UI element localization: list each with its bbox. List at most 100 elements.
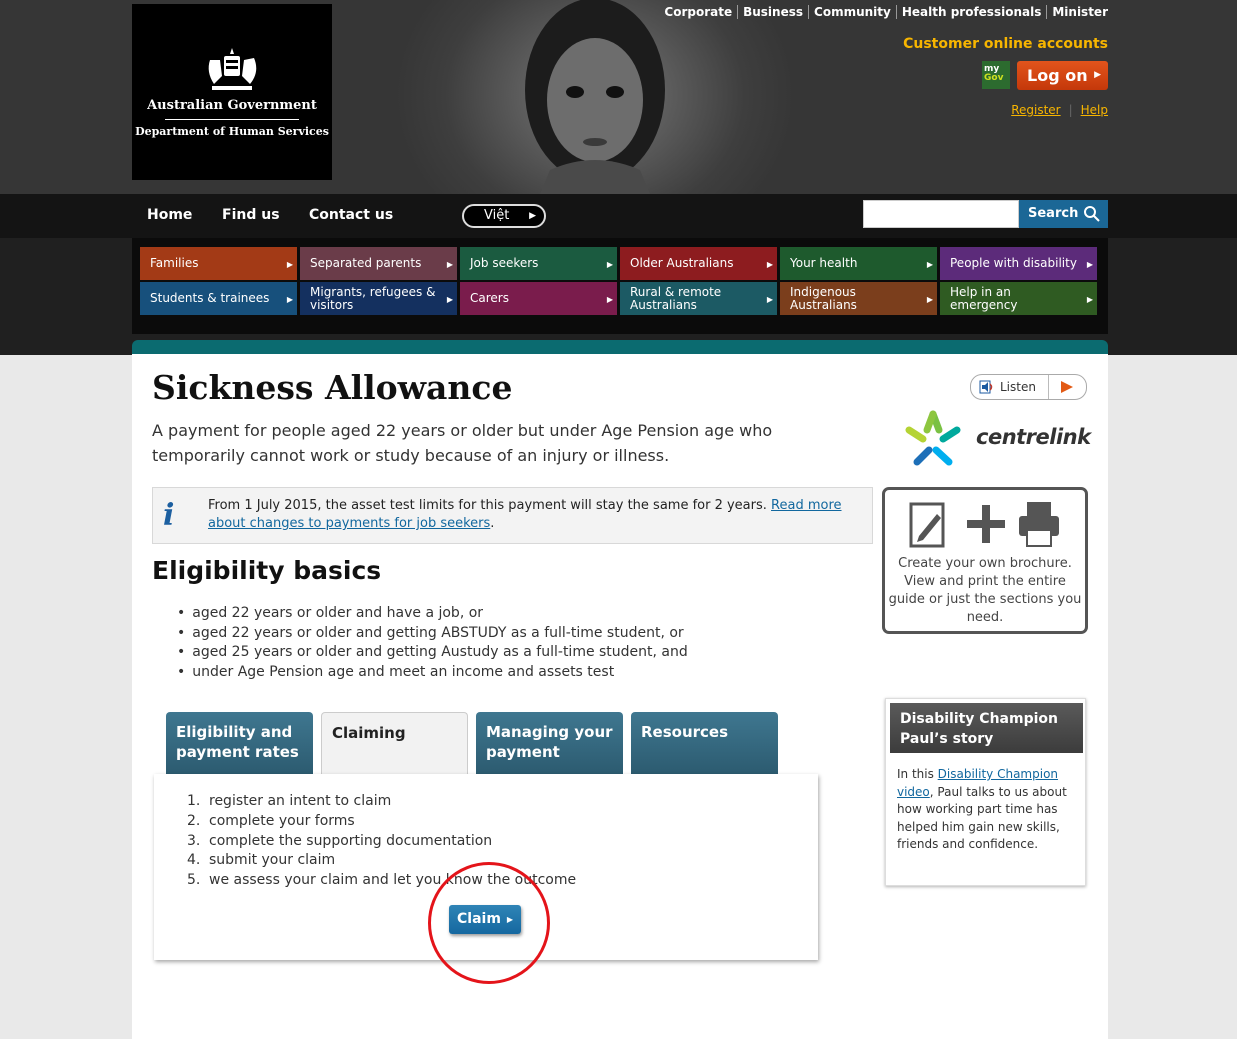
chevron-right-icon: ▶ [766, 260, 773, 269]
category-label: Older Australians [630, 256, 734, 270]
plus-icon [967, 505, 1005, 543]
category-label: Students & trainees [150, 291, 270, 305]
category-label: Migrants, refugees & visitors [310, 284, 436, 312]
notice-text: From 1 July 2015, the asset test limits … [208, 497, 858, 533]
utility-link-minister[interactable]: Minister [1046, 5, 1108, 19]
logo-divider [165, 119, 299, 120]
claim-step-text: submit your claim [209, 852, 336, 869]
listen-button[interactable]: Listen [970, 374, 1087, 400]
content-top-bar [132, 340, 1108, 354]
chevron-right-icon: ▶ [529, 211, 536, 221]
chevron-right-icon: ▶ [1086, 295, 1093, 304]
log-on-button[interactable]: Log on ▶ [1017, 61, 1108, 90]
chevron-right-icon: ▶ [926, 295, 933, 304]
chevron-right-icon: ▶ [446, 295, 453, 304]
category-label: Families [150, 256, 199, 270]
chevron-right-icon: ▶ [606, 260, 613, 269]
language-selector[interactable]: Việt ▶ [462, 204, 546, 228]
coat-of-arms-icon [208, 48, 257, 90]
logo-department-name: Department of Human Services [135, 125, 329, 138]
eligibility-item: aged 22 years or older and have a job, o… [177, 604, 688, 624]
story-text: In this Disability Champion video, Paul … [897, 766, 1079, 854]
category-job-seekers[interactable]: Job seekers ▶ [460, 247, 617, 280]
category-label: People with disability [950, 256, 1077, 270]
listen-divider [1048, 375, 1049, 399]
nav-home[interactable]: Home [147, 207, 192, 223]
chevron-right-icon: ▶ [286, 260, 293, 269]
help-link[interactable]: Help [1081, 103, 1108, 117]
play-icon[interactable] [1061, 381, 1073, 393]
category-students-trainees[interactable]: Students & trainees ▶ [140, 282, 297, 315]
category-families[interactable]: Families ▶ [140, 247, 297, 280]
utility-link-corporate[interactable]: Corporate [659, 5, 737, 19]
eligibility-item: aged 25 years or older and getting Austu… [177, 643, 688, 663]
nav-find-us[interactable]: Find us [222, 207, 280, 223]
utility-link-health-professionals[interactable]: Health professionals [895, 5, 1047, 19]
chevron-right-icon: ▶ [606, 295, 613, 304]
logo-agency-name: Australian Government [147, 98, 317, 113]
category-label: Help in an emergency [950, 284, 1018, 312]
utility-link-community[interactable]: Community [808, 5, 896, 19]
edit-document-icon [909, 502, 945, 548]
utility-link-business[interactable]: Business [737, 5, 808, 19]
category-your-health[interactable]: Your health ▶ [780, 247, 937, 280]
story-text-before: In this [897, 767, 938, 781]
search-button-label: Search [1028, 206, 1079, 221]
eligibility-title: Eligibility basics [152, 556, 382, 585]
eligibility-item: under Age Pension age and meet an income… [177, 663, 688, 683]
highlight-circle [428, 862, 550, 984]
printer-icon [1019, 502, 1059, 547]
category-label: Indigenous Australians [790, 284, 857, 312]
site-header: Australian Government Department of Huma… [0, 0, 1237, 355]
brochure-text: Create your own brochure. View and print… [888, 556, 1082, 625]
category-older-australians[interactable]: Older Australians ▶ [620, 247, 777, 280]
search-button[interactable]: Search [1019, 200, 1108, 228]
category-label: Job seekers [470, 256, 539, 270]
chevron-right-icon: ▶ [926, 260, 933, 269]
category-carers[interactable]: Carers ▶ [460, 282, 617, 315]
hero-photo-figure [525, 0, 665, 194]
claim-step: 3. complete the supporting documentation [187, 832, 493, 849]
notice-box: i From 1 July 2015, the asset test limit… [152, 487, 873, 544]
mygov-logo: my Gov [982, 61, 1010, 89]
info-icon: i [163, 498, 175, 533]
category-separated-parents[interactable]: Separated parents ▶ [300, 247, 457, 280]
brochure-icons [909, 502, 1059, 548]
category-label: Rural & remote Australians [630, 284, 722, 312]
chevron-right-icon: ▶ [286, 295, 293, 304]
link-separator: | [1068, 103, 1073, 117]
centrelink-wordmark: centrelink [976, 425, 1091, 449]
create-brochure-box[interactable]: Create your own brochure. View and print… [882, 487, 1088, 634]
nav-contact-us[interactable]: Contact us [309, 207, 393, 223]
category-rural-remote-australians[interactable]: Rural & remote Australians ▶ [620, 282, 777, 315]
claim-step-text: complete the supporting documentation [209, 832, 493, 849]
category-people-with-disability[interactable]: People with disability ▶ [940, 247, 1097, 280]
search-input[interactable] [863, 200, 1019, 228]
chevron-right-icon: ▶ [446, 260, 453, 269]
chevron-right-icon: ▶ [1086, 260, 1093, 269]
tab-managing-your-payment[interactable]: Managing your payment [476, 712, 623, 774]
claim-step-text: complete your forms [209, 812, 355, 829]
tab-claiming[interactable]: Claiming [321, 712, 468, 776]
tab-resources[interactable]: Resources [631, 712, 778, 774]
notice-end: . [490, 516, 495, 531]
language-label: Việt [484, 208, 510, 223]
chevron-right-icon: ▶ [1094, 70, 1101, 80]
page-intro: A payment for people aged 22 years or ol… [152, 421, 773, 465]
category-indigenous-australians[interactable]: Indigenous Australians ▶ [780, 282, 937, 315]
category-label: Carers [470, 291, 509, 305]
log-on-label: Log on [1027, 66, 1088, 85]
notice-message: From 1 July 2015, the asset test limits … [208, 498, 772, 513]
page-title: Sickness Allowance [152, 368, 513, 407]
category-help-in-an-emergency[interactable]: Help in an emergency ▶ [940, 282, 1097, 315]
chevron-right-icon: ▶ [766, 295, 773, 304]
centrelink-star-icon [905, 410, 961, 466]
eligibility-item: aged 22 years or older and getting ABSTU… [177, 624, 688, 644]
listen-label: Listen [1000, 380, 1036, 394]
utility-links: Corporate Business Community Health prof… [659, 5, 1108, 19]
tab-eligibility-and-payment-rates[interactable]: Eligibility and payment rates [166, 712, 313, 774]
customer-accounts-title: Customer online accounts [903, 36, 1108, 52]
register-link[interactable]: Register [1011, 103, 1060, 117]
category-migrants-refugees-visitors[interactable]: Migrants, refugees & visitors ▶ [300, 282, 457, 315]
government-logo[interactable]: Australian Government Department of Huma… [132, 4, 332, 180]
